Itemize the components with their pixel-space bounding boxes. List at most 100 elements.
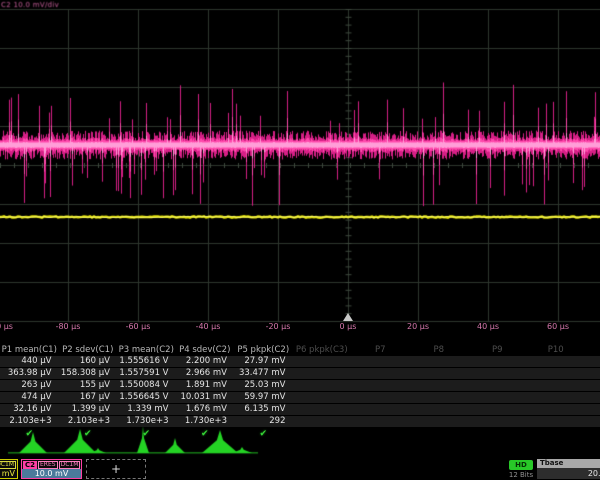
timebase-descriptor[interactable]: Tbase 20.0 µs/div bbox=[537, 459, 600, 479]
measurement-cell: 2.103e+3 bbox=[59, 416, 118, 427]
param-header-p6[interactable]: P6 pkpk(C3) bbox=[293, 344, 352, 356]
c2-coupling-tag: DC1M bbox=[59, 461, 81, 469]
measurement-table: P1 mean(C1)P2 sdev(C1)P3 mean(C2)P4 sdev… bbox=[0, 344, 600, 441]
measurement-cell bbox=[527, 404, 586, 415]
measurement-cell: 25.03 mV bbox=[234, 380, 293, 391]
measurement-cell: 155 µV bbox=[59, 380, 118, 391]
measurement-cell: 27.97 mV bbox=[234, 356, 293, 367]
time-tick-label: -60 µs bbox=[114, 321, 162, 332]
measurement-cell bbox=[468, 404, 527, 415]
param-header-p4[interactable]: P4 sdev(C2) bbox=[176, 344, 235, 356]
measurement-cell bbox=[585, 416, 600, 427]
measurement-cell: 6.135 mV bbox=[234, 404, 293, 415]
time-tick-label: 60 µs bbox=[534, 321, 582, 332]
measurement-cell: 1.676 mV bbox=[176, 404, 235, 415]
measurement-cell: 1.550084 V bbox=[117, 380, 176, 391]
c1-coupling-tag: DC1M bbox=[0, 461, 16, 469]
param-header-p3[interactable]: P3 mean(C2) bbox=[117, 344, 176, 356]
add-trace-button[interactable]: + bbox=[86, 459, 146, 479]
param-header-p1[interactable]: P1 mean(C1) bbox=[0, 344, 59, 356]
measurement-row-5: 32.16 µV1.399 µV1.339 mV1.676 mV6.135 mV bbox=[0, 404, 600, 415]
measurement-cell: 33.477 mV bbox=[234, 368, 293, 379]
measurement-cell bbox=[293, 380, 352, 391]
measurement-cell bbox=[585, 356, 600, 367]
measurement-row-6: 2.103e+32.103e+31.730e+31.730e+3292 bbox=[0, 416, 600, 427]
measurement-cell: 292 bbox=[234, 416, 293, 427]
hd-mode-badge[interactable]: HD bbox=[509, 460, 533, 470]
measurement-cell: 2.103e+3 bbox=[0, 416, 59, 427]
trigger-position-marker[interactable] bbox=[343, 313, 353, 321]
measurement-status-row: ✔✔✔✔✔ bbox=[0, 428, 600, 441]
measurement-cell bbox=[527, 380, 586, 391]
measurement-row-4: 474 µV167 µV1.556645 V10.031 mV59.97 mV bbox=[0, 392, 600, 403]
c2-descriptor-title: C2 ERES DC1M bbox=[22, 460, 81, 469]
c2-scale-value: 10.0 mV bbox=[22, 469, 81, 478]
measurement-header-row: P1 mean(C1)P2 sdev(C1)P3 mean(C2)P4 sdev… bbox=[0, 344, 600, 356]
measurement-cell bbox=[585, 380, 600, 391]
measurement-cell: 2.200 mV bbox=[176, 356, 235, 367]
measurement-cell bbox=[351, 356, 410, 367]
measurement-cell bbox=[468, 356, 527, 367]
measurement-cell: 1.557591 V bbox=[117, 368, 176, 379]
measurement-cell: 2.966 mV bbox=[176, 368, 235, 379]
measurement-cell: 263 µV bbox=[0, 380, 59, 391]
measurement-cell: 1.339 mV bbox=[117, 404, 176, 415]
measurement-cell bbox=[351, 404, 410, 415]
time-tick-label: 0 µs bbox=[324, 321, 372, 332]
measurement-cell: 10.031 mV bbox=[176, 392, 235, 403]
param-header-p5[interactable]: P5 pkpk(C2) bbox=[234, 344, 293, 356]
plus-icon: + bbox=[111, 462, 121, 476]
param-header-p8[interactable]: P8 bbox=[410, 344, 469, 356]
measurement-cell bbox=[410, 368, 469, 379]
measurement-cell bbox=[351, 392, 410, 403]
measurement-cell bbox=[468, 416, 527, 427]
measurement-cell bbox=[351, 380, 410, 391]
measurement-cell: 1.730e+3 bbox=[117, 416, 176, 427]
measurement-cell: 160 µV bbox=[59, 356, 118, 367]
measurement-cell bbox=[410, 416, 469, 427]
measurement-cell bbox=[585, 392, 600, 403]
time-tick-label: -20 µs bbox=[254, 321, 302, 332]
measurement-cell bbox=[468, 392, 527, 403]
channel-c2-descriptor[interactable]: C2 ERES DC1M 10.0 mV bbox=[21, 459, 82, 479]
measurement-cell: 32.16 µV bbox=[0, 404, 59, 415]
timebase-value: 20.0 µs/div bbox=[537, 468, 600, 479]
param-header-p11[interactable]: P11 bbox=[585, 344, 600, 356]
measurement-cell bbox=[410, 380, 469, 391]
status-check-icon: ✔ bbox=[176, 428, 235, 441]
param-header-p9[interactable]: P9 bbox=[468, 344, 527, 356]
measurement-cell: 1.556645 V bbox=[117, 392, 176, 403]
measurement-cell bbox=[468, 380, 527, 391]
measurement-cell bbox=[293, 356, 352, 367]
measurement-cell: 59.97 mV bbox=[234, 392, 293, 403]
measurement-row-2: 363.98 µV158.308 µV1.557591 V2.966 mV33.… bbox=[0, 368, 600, 379]
oscilloscope-screen: C2 10.0 mV/div -100 µs-80 µs-60 µs-40 µs… bbox=[0, 0, 600, 480]
measurement-row-3: 263 µV155 µV1.550084 V1.891 mV25.03 mV bbox=[0, 380, 600, 391]
bottom-toolbar: C1 DC1M 20.0 mV C2 ERES DC1M 10.0 mV + H… bbox=[0, 458, 600, 480]
param-header-p7[interactable]: P7 bbox=[351, 344, 410, 356]
measurement-cell bbox=[351, 416, 410, 427]
measurement-cell bbox=[351, 368, 410, 379]
measurement-cell: 1.891 mV bbox=[176, 380, 235, 391]
timebase-label: Tbase bbox=[537, 459, 600, 468]
param-header-p10[interactable]: P10 bbox=[527, 344, 586, 356]
measurement-cell bbox=[527, 392, 586, 403]
trace-annotation: C2 10.0 mV/div bbox=[1, 1, 59, 9]
status-check-icon: ✔ bbox=[0, 428, 59, 441]
measurement-cell: 158.308 µV bbox=[59, 368, 118, 379]
param-header-p2[interactable]: P2 sdev(C1) bbox=[59, 344, 118, 356]
time-tick-label: 20 µs bbox=[394, 321, 442, 332]
measurement-cell bbox=[585, 404, 600, 415]
time-tick-label: -40 µs bbox=[184, 321, 232, 332]
measurement-cell: 1.730e+3 bbox=[176, 416, 235, 427]
measurement-cell bbox=[527, 416, 586, 427]
time-axis: -100 µs-80 µs-60 µs-40 µs-20 µs0 µs20 µs… bbox=[0, 321, 600, 333]
measurement-cell: 1.399 µV bbox=[59, 404, 118, 415]
measurement-cell: 363.98 µV bbox=[0, 368, 59, 379]
measurement-cell bbox=[293, 416, 352, 427]
measurement-cell bbox=[410, 356, 469, 367]
time-tick-label: 40 µs bbox=[464, 321, 512, 332]
measurement-cell bbox=[293, 404, 352, 415]
channel-c1-descriptor[interactable]: C1 DC1M 20.0 mV bbox=[0, 459, 18, 479]
measurement-cell bbox=[527, 368, 586, 379]
